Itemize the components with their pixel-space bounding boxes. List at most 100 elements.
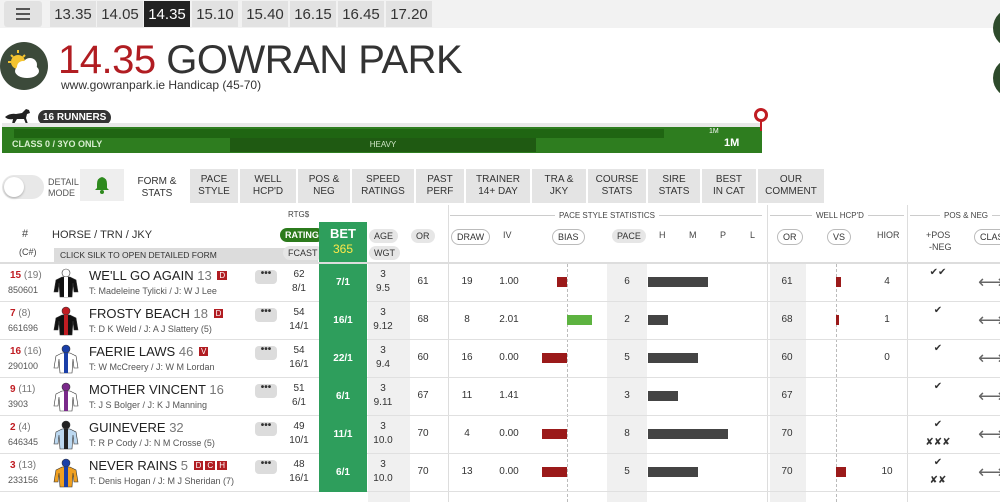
bell-icon[interactable] xyxy=(80,169,124,201)
wgt-sort-button[interactable]: WGT xyxy=(369,246,400,260)
bias-sort-button[interactable]: BIAS xyxy=(552,229,585,245)
detail-mode-toggle[interactable] xyxy=(2,175,44,199)
pos-marks: ✔✔ xyxy=(929,267,947,278)
or2: 60 xyxy=(781,352,793,363)
more-options-icon[interactable]: ••• xyxy=(255,459,277,474)
table-row[interactable]: 3 (13) 233156 NEVER RAINS 5 D C H T: Denis Ho… xyxy=(0,454,1000,492)
or2-sort-button[interactable]: OR xyxy=(777,229,803,245)
iv: 1.41 xyxy=(499,390,519,401)
col-hior: HIOR xyxy=(877,230,900,240)
time-tab-1540[interactable]: 15.40 xyxy=(242,1,288,27)
draw-sort-button[interactable]: DRAW xyxy=(451,229,491,245)
fcast: 6/1 xyxy=(292,397,306,408)
horse-name[interactable]: NEVER RAINS 5 DCH xyxy=(89,458,227,473)
iv: 2.01 xyxy=(499,314,519,325)
bet-odds-button[interactable]: 6/1 xyxy=(319,454,367,492)
horse-name[interactable]: GUINEVERE 32 xyxy=(89,420,184,435)
tab-course[interactable]: COURSE STATS xyxy=(588,169,646,203)
horse-name[interactable]: FROSTY BEACH 18 D xyxy=(89,306,224,321)
tab-past[interactable]: PAST PERF xyxy=(416,169,464,203)
distance-marker: 1M xyxy=(709,128,719,135)
silk-icon[interactable] xyxy=(52,306,80,336)
silk-icon[interactable] xyxy=(52,268,80,298)
time-tab-1405[interactable]: 14.05 xyxy=(97,1,143,27)
bet-odds-button[interactable]: 6/1 xyxy=(319,378,367,416)
more-options-icon[interactable]: ••• xyxy=(255,307,277,322)
age-sort-button[interactable]: AGE xyxy=(369,229,399,243)
fcast-sort-button[interactable]: FCAST xyxy=(283,246,323,260)
weight: 9.4 xyxy=(376,359,390,370)
weight: 10.0 xyxy=(373,473,393,484)
finish-post-stem xyxy=(760,121,762,131)
bet-odds-button[interactable]: 7/1 xyxy=(319,264,367,302)
vs-sort-button[interactable]: VS xyxy=(827,229,852,245)
table-row[interactable]: 9 (11) 3903 MOTHER VINCENT 16 T: J S Bolge… xyxy=(0,378,1000,416)
table-row[interactable]: 2 (4) 646345 GUINEVERE 32 T: R P Cody / J:… xyxy=(0,416,1000,454)
tab-tra[interactable]: TRA & JKY xyxy=(532,169,586,203)
tab-our[interactable]: OUR COMMENT xyxy=(758,169,824,203)
more-options-icon[interactable]: ••• xyxy=(255,269,277,284)
table-row[interactable]: 15 (19) 850601 WE'LL GO AGAIN 13 D T: Madel… xyxy=(0,264,1000,302)
more-options-icon[interactable]: ••• xyxy=(255,421,277,436)
trainer-jockey: T: R P Cody / J: N M Crosse (5) xyxy=(89,438,215,448)
time-tab-1335[interactable]: 13.35 xyxy=(50,1,96,27)
more-options-icon[interactable]: ••• xyxy=(255,383,277,398)
tab-best[interactable]: BEST IN CAT xyxy=(702,169,756,203)
double-arrow-icon: ⟷ xyxy=(978,386,1000,406)
age: 3 xyxy=(380,383,386,394)
rating-sort-button[interactable]: RATING xyxy=(280,228,324,242)
horse-name[interactable]: FAERIE LAWS 46 V xyxy=(89,344,209,359)
horse-name[interactable]: MOTHER VINCENT 16 xyxy=(89,382,224,397)
silk-icon[interactable] xyxy=(52,420,80,450)
time-tab-1510[interactable]: 15.10 xyxy=(192,1,238,27)
neg-marks: ✘✘ xyxy=(929,475,947,486)
time-tab-1720[interactable]: 17.20 xyxy=(386,1,432,27)
pace-stats-header: PACE STYLE STATISTICS xyxy=(555,211,660,220)
runner-form: 290100 xyxy=(8,361,39,371)
pace-bar xyxy=(648,353,698,363)
tab-speed[interactable]: SPEED RATINGS xyxy=(352,169,414,203)
bet-odds-button[interactable]: 11/1 xyxy=(319,416,367,454)
pace-sort-button[interactable]: PACE xyxy=(612,229,646,243)
bet365-header[interactable]: BET 365 xyxy=(319,222,367,264)
runner-number: 7 (8) xyxy=(10,308,31,319)
weight: 9.12 xyxy=(373,321,393,332)
hior: 1 xyxy=(884,314,890,325)
badge: C xyxy=(205,461,216,470)
side-action-button[interactable] xyxy=(993,58,1000,98)
silk-icon[interactable] xyxy=(52,344,80,374)
silk-icon[interactable] xyxy=(52,382,80,412)
tab-form[interactable]: FORM & STATS xyxy=(128,169,186,207)
detail-mode-label: DETAIL MODE xyxy=(48,177,79,198)
tab-sire[interactable]: SIRE STATS xyxy=(648,169,700,203)
pace-bar xyxy=(648,391,678,401)
tab-pos[interactable]: POS & NEG xyxy=(298,169,350,203)
tab-trainer[interactable]: TRAINER 14+ DAY xyxy=(466,169,530,203)
tab-well[interactable]: WELL HCP'D xyxy=(240,169,296,203)
hior: 4 xyxy=(884,276,890,287)
or2: 68 xyxy=(781,314,793,325)
table-row[interactable]: 16 (16) 290100 FAERIE LAWS 46 V T: W McCree… xyxy=(0,340,1000,378)
time-tab-1645[interactable]: 16.45 xyxy=(338,1,384,27)
menu-button[interactable] xyxy=(4,1,42,27)
pos-neg-header: POS & NEG xyxy=(940,211,993,220)
bet-odds-button[interactable]: 22/1 xyxy=(319,340,367,378)
weight: 10.0 xyxy=(373,435,393,446)
silk-icon[interactable] xyxy=(52,458,80,488)
class-sort-button[interactable]: CLASS xyxy=(974,229,1000,245)
time-tab-1435[interactable]: 14.35 xyxy=(144,1,190,27)
silk-hint-button[interactable]: CLICK SILK TO OPEN DETAILED FORM xyxy=(54,248,318,262)
table-row[interactable]: 7 (8) 661696 FROSTY BEACH 18 D T: D K Weld … xyxy=(0,302,1000,340)
or-sort-button[interactable]: OR xyxy=(411,229,435,243)
or: 61 xyxy=(417,276,429,287)
time-tab-1615[interactable]: 16.15 xyxy=(290,1,336,27)
rating: 51 xyxy=(293,383,305,394)
pace-bar xyxy=(648,467,698,477)
badge: D xyxy=(217,271,228,280)
tab-pace[interactable]: PACE STYLE xyxy=(190,169,238,203)
horse-name[interactable]: WE'LL GO AGAIN 13 D xyxy=(89,268,228,283)
trainer-jockey: T: W McCreery / J: W M Lordan xyxy=(89,362,215,372)
neg-marks: ✘✘✘ xyxy=(925,437,951,448)
bet-odds-button[interactable]: 16/1 xyxy=(319,302,367,340)
more-options-icon[interactable]: ••• xyxy=(255,345,277,360)
